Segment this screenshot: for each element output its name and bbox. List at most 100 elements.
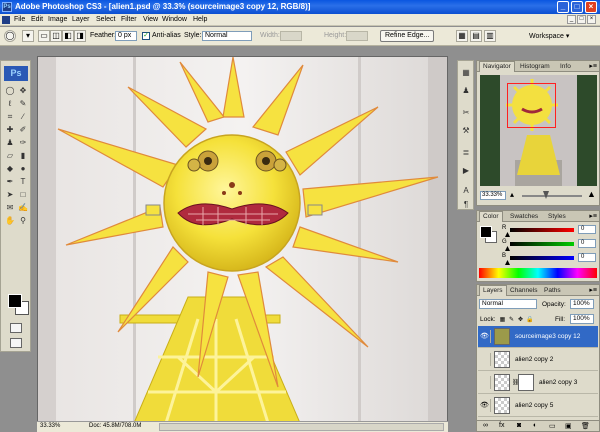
lock-position-icon[interactable]: ✥	[517, 317, 524, 324]
menu-image[interactable]: Image	[48, 16, 67, 23]
slice-tool-icon[interactable]: ∕	[17, 111, 29, 122]
layer-name[interactable]: alien2 copy 2	[515, 356, 553, 363]
opacity-input[interactable]: 100%	[570, 299, 594, 309]
pen-tool-icon[interactable]: ✒	[4, 176, 16, 187]
type-tool-icon[interactable]: T	[17, 176, 29, 187]
panel-menu-icon[interactable]: ▸≡	[589, 62, 597, 70]
tab-layers[interactable]: Layers	[479, 285, 507, 296]
document-system-icon[interactable]	[2, 16, 10, 24]
channel-g-slider[interactable]	[510, 242, 574, 246]
tab-color[interactable]: Color	[479, 211, 503, 222]
blur-tool-icon[interactable]: ◆	[4, 163, 16, 174]
layer-mask-thumbnail[interactable]	[518, 374, 534, 391]
layer-visibility-eye-icon[interactable]	[479, 376, 491, 389]
style-select[interactable]: Normal	[202, 31, 252, 41]
eraser-tool-icon[interactable]: ▱	[4, 150, 16, 161]
gradient-tool-icon[interactable]: ▮	[17, 150, 29, 161]
channel-b-value[interactable]: 0	[578, 253, 596, 262]
trash-icon[interactable]: 🗑	[581, 422, 590, 430]
layer-row[interactable]: ⛓ alien2 copy 3	[478, 372, 598, 394]
tab-navigator[interactable]: Navigator	[479, 61, 515, 72]
zoom-out-icon[interactable]: ▴	[510, 190, 514, 199]
refine-edge-button[interactable]: Refine Edge...	[380, 30, 435, 42]
navigator-zoom-slider[interactable]	[522, 195, 582, 197]
mask-icon[interactable]: ◙	[517, 422, 521, 429]
color-spectrum-bar[interactable]	[479, 268, 597, 278]
blend-mode-select[interactable]: Normal	[479, 299, 537, 309]
channel-r-knob[interactable]	[505, 232, 510, 237]
add-selection-icon[interactable]: ◫	[50, 30, 62, 42]
group-icon[interactable]: ▭	[549, 422, 556, 430]
history-brush-tool-icon[interactable]: ✑	[17, 137, 29, 148]
tool-presets-palette-icon[interactable]: ▤	[470, 30, 482, 42]
layer-row[interactable]: 👁 alien2 copy 5	[478, 395, 598, 417]
tab-styles[interactable]: Styles	[545, 212, 569, 222]
feather-input[interactable]: 0 px	[115, 31, 137, 41]
move-tool-icon[interactable]: ✥	[17, 85, 29, 96]
zoom-in-icon[interactable]: ▲	[587, 189, 596, 199]
lock-all-icon[interactable]: 🔒	[526, 317, 533, 324]
healing-brush-tool-icon[interactable]: ✚	[4, 124, 16, 135]
tab-info[interactable]: Info	[557, 62, 574, 72]
workspace-menu[interactable]: Workspace ▾	[529, 32, 569, 40]
color-foreground-swatch[interactable]	[480, 226, 492, 238]
intersect-selection-icon[interactable]: ◨	[74, 30, 86, 42]
navigator-zoom-input[interactable]: 33.33%	[480, 191, 506, 200]
channel-r-slider[interactable]	[510, 228, 574, 232]
foreground-color-swatch[interactable]	[8, 294, 22, 308]
clone-stamp-tool-icon[interactable]: ♟	[4, 137, 16, 148]
layer-row[interactable]: alien2 copy 2	[478, 349, 598, 371]
layer-name[interactable]: alien2 copy 5	[515, 402, 553, 409]
path-selection-tool-icon[interactable]: ➤	[4, 189, 16, 200]
layer-visibility-eye-icon[interactable]: 👁	[479, 399, 491, 412]
tab-swatches[interactable]: Swatches	[507, 212, 541, 222]
fx-icon[interactable]: fx	[499, 422, 504, 429]
channel-g-value[interactable]: 0	[578, 239, 596, 248]
layer-name[interactable]: sourceimage3 copy 12	[515, 333, 580, 340]
doc-minimize-button[interactable]: _	[567, 15, 576, 24]
shape-tool-icon[interactable]: □	[17, 189, 29, 200]
eyedropper-tool-icon[interactable]: ✍	[17, 202, 29, 213]
navigator-view-box[interactable]	[507, 83, 556, 128]
navigator-thumbnail[interactable]	[480, 75, 597, 186]
panel-menu-icon[interactable]: ▸≡	[589, 212, 597, 220]
channel-b-knob[interactable]	[505, 260, 510, 265]
clone-source-panel-icon[interactable]: ♟	[460, 85, 472, 97]
character-panel-icon[interactable]: A	[460, 185, 472, 197]
tool-preset-dropdown-icon[interactable]: ▾	[22, 30, 34, 42]
new-layer-icon[interactable]: ▣	[565, 422, 572, 430]
link-icon[interactable]: ∞	[483, 422, 488, 429]
channel-r-value[interactable]: 0	[578, 225, 596, 234]
width-input[interactable]	[280, 31, 302, 41]
layer-row[interactable]: 👁 sourceimage3 copy 12	[478, 326, 598, 348]
menu-help[interactable]: Help	[193, 16, 207, 23]
menu-filter[interactable]: Filter	[121, 16, 137, 23]
layer-visibility-eye-icon[interactable]	[479, 353, 491, 366]
status-zoom[interactable]: 33.33%	[40, 423, 60, 429]
horizontal-scrollbar[interactable]	[159, 423, 444, 431]
maximize-button[interactable]: □	[571, 1, 583, 13]
menu-view[interactable]: View	[143, 16, 158, 23]
tab-channels[interactable]: Channels	[507, 286, 540, 296]
brushes-panel-icon[interactable]: ▦	[460, 67, 472, 79]
zoom-tool-icon[interactable]: ⚲	[17, 215, 29, 226]
menu-edit[interactable]: Edit	[31, 16, 43, 23]
lasso-tool-icon[interactable]: ℓ	[4, 98, 16, 109]
layer-visibility-eye-icon[interactable]: 👁	[479, 330, 491, 343]
menu-file[interactable]: File	[14, 16, 25, 23]
doc-close-button[interactable]: ×	[587, 15, 596, 24]
quick-mask-icon[interactable]	[10, 323, 22, 333]
photoshop-logo[interactable]: Ps	[4, 66, 28, 81]
ellipse-marquee-icon[interactable]: ◯	[4, 30, 16, 42]
panel-menu-icon[interactable]: ▸≡	[589, 286, 597, 294]
crop-tool-icon[interactable]: ⌗	[4, 111, 16, 122]
tab-paths[interactable]: Paths	[541, 286, 564, 296]
menu-layer[interactable]: Layer	[72, 16, 90, 23]
layer-name[interactable]: alien2 copy 3	[539, 379, 577, 386]
lock-image-icon[interactable]: ✎	[508, 317, 515, 324]
paragraph-panel-icon[interactable]: ¶	[460, 199, 472, 211]
fill-input[interactable]: 100%	[570, 314, 594, 324]
tool-presets-panel-icon[interactable]: ✂	[460, 107, 472, 119]
subtract-selection-icon[interactable]: ◧	[62, 30, 74, 42]
adjustment-icon[interactable]: ◐	[533, 422, 537, 429]
